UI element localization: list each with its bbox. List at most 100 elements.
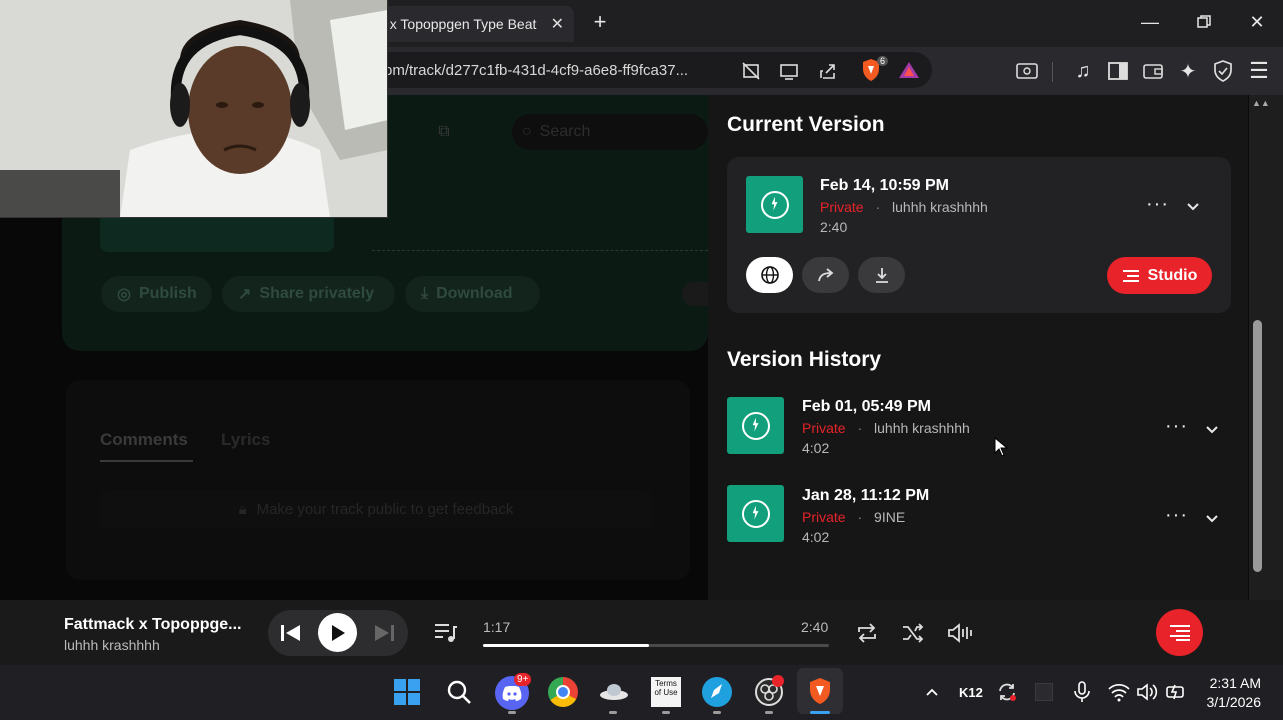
- scrollbar-thumb[interactable]: [1253, 320, 1262, 572]
- vpn-shield-icon[interactable]: [1211, 59, 1235, 83]
- upload-icon[interactable]: ⧉: [432, 120, 456, 144]
- brave-badge: 6: [876, 56, 888, 66]
- wifi-icon[interactable]: [1108, 682, 1130, 702]
- browser-tab[interactable]: t x Topoppgen Type Beat ✕: [372, 6, 574, 42]
- speaker-icon[interactable]: [1136, 682, 1158, 702]
- brave-rewards-icon[interactable]: [898, 60, 920, 82]
- close-window-icon[interactable]: ✕: [1245, 10, 1269, 34]
- taskbar-indicator: [662, 711, 670, 714]
- scroll-up-icon[interactable]: ▲▲: [1252, 98, 1270, 108]
- current-version-title: Current Version: [727, 113, 885, 136]
- more-options-icon[interactable]: ···: [1165, 415, 1188, 438]
- history-thumbnail[interactable]: [727, 397, 784, 454]
- restore-icon[interactable]: [1192, 10, 1216, 34]
- chevron-down-icon[interactable]: [1205, 511, 1219, 523]
- repeat-icon[interactable]: [855, 622, 879, 644]
- search-placeholder: Search: [539, 123, 591, 140]
- app-tray-icon[interactable]: [1035, 683, 1053, 701]
- minimize-icon[interactable]: —: [1138, 10, 1162, 34]
- next-track-icon[interactable]: [373, 623, 395, 643]
- toolbar-divider: [1052, 62, 1053, 82]
- download-button[interactable]: ⤓ Download: [405, 276, 540, 312]
- chevron-down-icon[interactable]: [1186, 199, 1200, 211]
- search-input[interactable]: ○ Search: [512, 114, 708, 150]
- chrome-icon[interactable]: [548, 677, 578, 707]
- artist-name: 9INE: [874, 509, 906, 525]
- chevron-down-icon[interactable]: [1205, 422, 1219, 434]
- url-text: om/track/d277c1fb-431d-4cf9-a6e8-ff9fca3…: [384, 61, 689, 79]
- current-version-date: Feb 14, 10:59 PM: [820, 177, 949, 194]
- artist-name: luhhh krashhhh: [892, 199, 988, 215]
- menu-icon[interactable]: ☰: [1247, 58, 1271, 83]
- history-meta: Private · luhhh krashhhh: [802, 420, 970, 436]
- publish-globe-button[interactable]: [746, 257, 793, 293]
- webcam-overlay: [0, 0, 388, 218]
- share-privately-button[interactable]: ↗ Share privately: [222, 276, 395, 312]
- previous-track-icon[interactable]: [280, 623, 302, 643]
- new-tab-icon[interactable]: +: [588, 9, 612, 34]
- share-button[interactable]: [802, 257, 849, 293]
- history-date: Jan 28, 11:12 PM: [802, 487, 930, 504]
- user-avatar-small[interactable]: [682, 282, 708, 306]
- tab-comments-underline: [100, 460, 193, 462]
- meta-separator: ·: [857, 420, 863, 436]
- studio-button[interactable]: Studio: [1107, 257, 1212, 294]
- play-button[interactable]: [318, 613, 357, 652]
- download-version-button[interactable]: [858, 257, 905, 293]
- pen-app-icon[interactable]: [702, 677, 732, 707]
- privacy-label: Private: [802, 420, 846, 436]
- tab-close-icon[interactable]: ✕: [551, 14, 564, 34]
- more-options-icon[interactable]: ···: [1165, 504, 1188, 527]
- microphone-icon[interactable]: [1072, 681, 1092, 703]
- battery-icon[interactable]: [1164, 681, 1188, 703]
- artist-name: luhhh krashhhh: [874, 420, 970, 436]
- taskbar-indicator: [765, 711, 773, 714]
- brave-shield-icon[interactable]: 6: [860, 56, 888, 84]
- history-meta: Private · 9INE: [802, 509, 905, 525]
- tab-comments[interactable]: Comments: [100, 430, 188, 450]
- taskbar-indicator: [609, 711, 617, 714]
- reader-mode-icon[interactable]: [1015, 60, 1039, 82]
- history-duration: 4:02: [802, 529, 830, 545]
- brave-taskbar-icon[interactable]: [797, 668, 843, 714]
- share-icon[interactable]: [817, 60, 839, 82]
- clock-date[interactable]: 3/1/2026: [1203, 694, 1262, 710]
- cast-icon[interactable]: [778, 60, 800, 82]
- leo-ai-icon[interactable]: ✦: [1176, 59, 1200, 83]
- sync-icon[interactable]: [996, 681, 1018, 703]
- clock-time[interactable]: 2:31 AM: [1209, 675, 1261, 691]
- queue-button[interactable]: [1156, 609, 1203, 656]
- shuffle-icon[interactable]: [901, 622, 925, 644]
- url-bar[interactable]: om/track/d277c1fb-431d-4cf9-a6e8-ff9fca3…: [372, 52, 932, 88]
- share-arrow-icon: ↗: [238, 286, 252, 303]
- elapsed-time: 1:17: [483, 619, 511, 635]
- share-privately-label: Share privately: [259, 285, 375, 302]
- comments-notice-bar: 🔒︎ Make your track public to get feedbac…: [100, 490, 652, 528]
- music-note-icon[interactable]: ♫: [1071, 59, 1095, 83]
- no-tracking-icon[interactable]: [740, 60, 762, 82]
- wallet-icon[interactable]: [1141, 60, 1165, 82]
- more-options-icon[interactable]: ···: [1146, 193, 1169, 216]
- taskbar-active-indicator: [810, 711, 830, 714]
- player-artist[interactable]: luhhh krashhhh: [64, 637, 160, 653]
- share-arrow-icon: [817, 268, 833, 282]
- tab-lyrics[interactable]: Lyrics: [221, 430, 270, 450]
- download-icon: ⤓: [421, 285, 429, 302]
- comments-notice-text: Make your track public to get feedback: [256, 500, 514, 518]
- queue-list-icon[interactable]: [434, 622, 458, 644]
- history-thumbnail[interactable]: [727, 485, 784, 542]
- volume-icon[interactable]: [947, 622, 973, 644]
- search-taskbar-icon[interactable]: [445, 678, 473, 706]
- player-track-title[interactable]: Fattmack x Topoppge...: [64, 616, 242, 634]
- taskbar-indicator: [508, 711, 516, 714]
- k12-tray-label[interactable]: K12: [959, 685, 983, 700]
- ufo-app-icon[interactable]: [598, 680, 630, 704]
- publish-button[interactable]: ◎ Publish: [101, 276, 212, 312]
- sidebar-icon[interactable]: [1106, 60, 1130, 82]
- start-windows-icon[interactable]: [393, 678, 421, 706]
- version-thumbnail[interactable]: [746, 176, 803, 233]
- taskbar-indicator: [713, 711, 721, 714]
- tray-chevron-icon[interactable]: [922, 682, 942, 702]
- dashed-divider: [372, 250, 708, 251]
- terms-of-use-icon[interactable]: Terms of Use: [651, 677, 681, 707]
